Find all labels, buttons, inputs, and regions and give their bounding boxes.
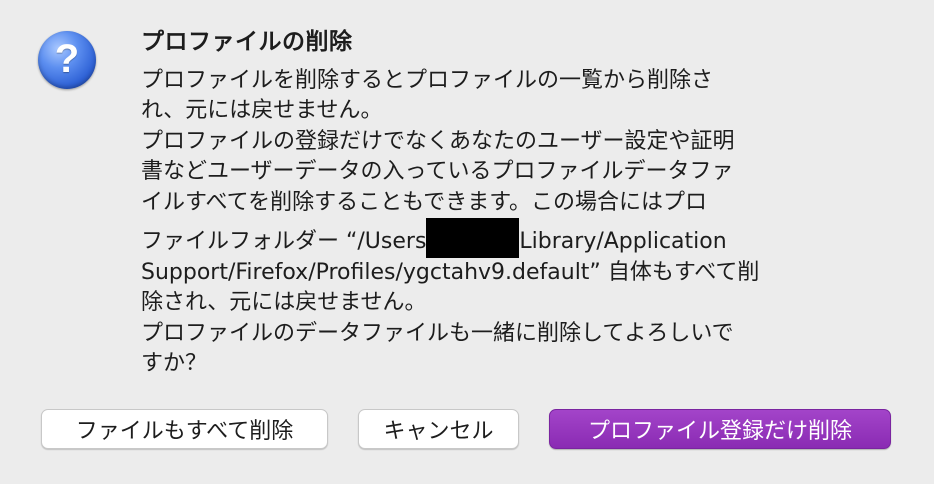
path-suffix: Library/Application [519, 229, 727, 255]
remove-profile-only-button[interactable]: プロファイル登録だけ削除 [549, 409, 891, 449]
message-line: プロファイルの登録だけでなくあなたのユーザー設定や証明 [141, 128, 735, 154]
cancel-button[interactable]: キャンセル [358, 409, 519, 449]
path-prefix: ファイルフォルダー “/Users [141, 229, 427, 255]
message-line-path: ファイルフォルダー “/Users Library/Application [141, 218, 846, 259]
dialog-title: プロファイルの削除 [141, 29, 353, 55]
question-icon: ? [38, 31, 96, 89]
dialog-message: プロファイルを削除するとプロファイルの一覧から削除さ れ、元には戻せません。 プ… [141, 66, 846, 380]
delete-profile-dialog: ? プロファイルの削除 プロファイルを削除するとプロファイルの一覧から削除さ れ… [0, 0, 934, 484]
message-line: 書などユーザーデータの入っているプロファイルデータファ [141, 159, 734, 185]
delete-files-button[interactable]: ファイルもすべて削除 [41, 409, 328, 449]
message-line: プロファイルのデータファイルも一緒に削除してよろしいで [141, 320, 734, 346]
redacted-username [426, 218, 520, 259]
message-line: プロファイルを削除するとプロファイルの一覧から削除さ [141, 68, 714, 93]
message-line: すか？ [141, 351, 208, 377]
message-line: 除され、元には戻せません。 [141, 290, 427, 316]
message-line: イルすべてを削除することもできます。この場合にはプロ [141, 189, 708, 215]
message-line: Support/Firefox/Profiles/ygctahv9.defaul… [141, 260, 760, 286]
message-line: れ、元には戻せません。 [141, 98, 383, 124]
